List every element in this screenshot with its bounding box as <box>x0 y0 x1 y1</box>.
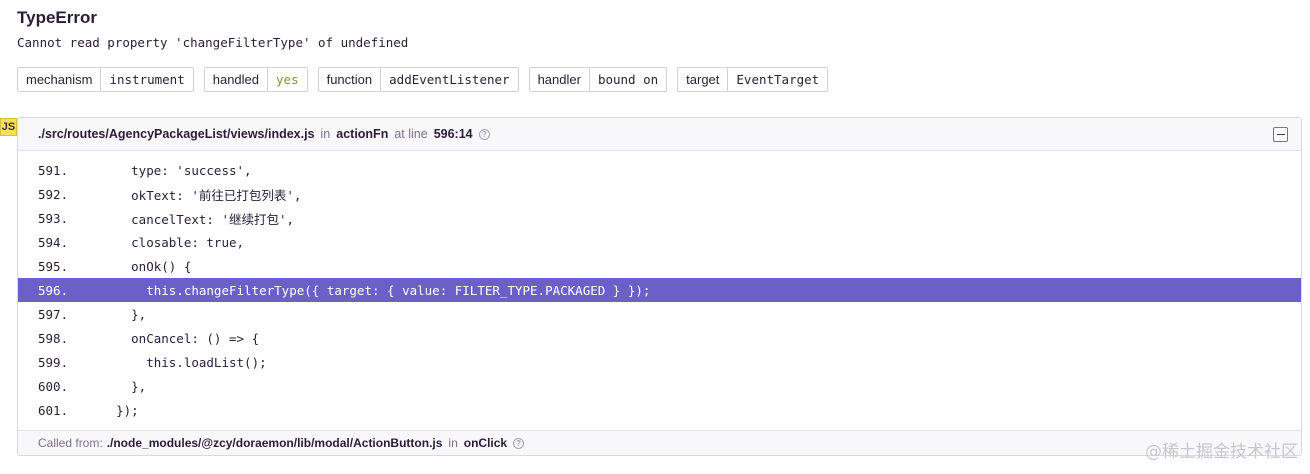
line-number: 598. <box>38 330 69 346</box>
tag-key: mechanism <box>18 68 102 91</box>
line-code: onOk() { <box>86 258 192 274</box>
line-number: 597. <box>38 306 69 322</box>
frame-location: 596:14 <box>433 127 473 141</box>
collapse-frame-button[interactable] <box>1273 127 1288 142</box>
watermark: @稀土掘金技术社区 <box>1145 442 1298 462</box>
tag-value: instrument <box>109 72 185 87</box>
line-number: 594. <box>38 234 69 250</box>
line-code: type: 'success', <box>86 162 252 178</box>
minus-icon <box>1276 134 1285 135</box>
frame-file-path: ./src/routes/AgencyPackageList/views/ind… <box>38 127 315 141</box>
line-code: this.loadList(); <box>86 354 267 370</box>
line-code: }, <box>86 306 147 322</box>
tag-handler[interactable]: handler bound on <box>528 67 668 92</box>
line-code: onCancel: () => { <box>86 330 260 346</box>
code-line: 598. onCancel: () => { <box>18 326 1301 350</box>
line-number: 595. <box>38 258 69 274</box>
platform-badge: JS <box>0 118 17 136</box>
tag-key: handled <box>205 68 269 91</box>
line-code: }, <box>86 378 147 394</box>
tag-handled[interactable]: handled yes <box>203 67 308 92</box>
tag-value: bound on <box>597 72 659 87</box>
tag-function[interactable]: function addEventListener <box>317 67 519 92</box>
frame-at-line-label: at line <box>394 127 428 141</box>
frame-function-name: actionFn <box>336 127 389 141</box>
line-number: 591. <box>38 162 69 178</box>
tag-target[interactable]: target EventTarget <box>677 67 829 92</box>
tag-value: yes <box>276 72 299 87</box>
line-number: 593. <box>38 210 69 226</box>
line-number: 599. <box>38 354 69 370</box>
code-line: 595. onOk() { <box>18 254 1301 278</box>
line-code: }); <box>86 402 139 418</box>
tag-list: mechanism instrument handled yes functio… <box>17 67 829 92</box>
tag-value: addEventListener <box>389 72 510 87</box>
code-line: 597. }, <box>18 302 1301 326</box>
code-line: 599. this.loadList(); <box>18 350 1301 374</box>
line-number: 601. <box>38 402 69 418</box>
called-from-footer: Called from: ./node_modules/@zcy/doraemo… <box>18 430 1301 455</box>
stack-frame: ./src/routes/AgencyPackageList/views/ind… <box>17 117 1302 456</box>
called-from-file: ./node_modules/@zcy/doraemon/lib/modal/A… <box>106 436 443 450</box>
code-line: 592. okText: '前往已打包列表', <box>18 182 1301 206</box>
line-number: 600. <box>38 378 69 394</box>
error-title: TypeError <box>17 8 97 27</box>
line-code: closable: true, <box>86 234 245 250</box>
tag-key: function <box>319 68 382 91</box>
code-line: 591. type: 'success', <box>18 158 1301 182</box>
code-line: 600. }, <box>18 374 1301 398</box>
line-code: this.changeFilterType({ target: { value:… <box>86 282 651 298</box>
line-code: cancelText: '继续打包', <box>86 211 295 227</box>
called-from-function: onClick <box>463 436 508 450</box>
tag-key: handler <box>530 68 590 91</box>
frame-in-label: in <box>320 127 331 141</box>
code-line: 594. closable: true, <box>18 230 1301 254</box>
line-code: okText: '前往已打包列表', <box>86 187 302 203</box>
code-line: 601. }); <box>18 398 1301 422</box>
tag-mechanism[interactable]: mechanism instrument <box>17 67 194 92</box>
frame-header[interactable]: ./src/routes/AgencyPackageList/views/ind… <box>18 118 1301 151</box>
help-icon[interactable]: ? <box>478 128 490 140</box>
line-number: 592. <box>38 186 69 202</box>
line-number: 596. <box>38 282 69 298</box>
code-line-active: 596. this.changeFilterType({ target: { v… <box>18 278 1301 302</box>
called-from-in-label: in <box>448 436 458 450</box>
tag-key: target <box>678 68 729 91</box>
code-context: 591. type: 'success', 592. okText: '前往已打包… <box>18 151 1301 422</box>
tag-value: EventTarget <box>736 72 820 87</box>
code-line: 593. cancelText: '继续打包', <box>18 206 1301 230</box>
called-from-label: Called from: <box>38 436 103 450</box>
help-icon[interactable]: ? <box>513 437 525 449</box>
error-message: Cannot read property 'changeFilterType' … <box>17 35 409 50</box>
